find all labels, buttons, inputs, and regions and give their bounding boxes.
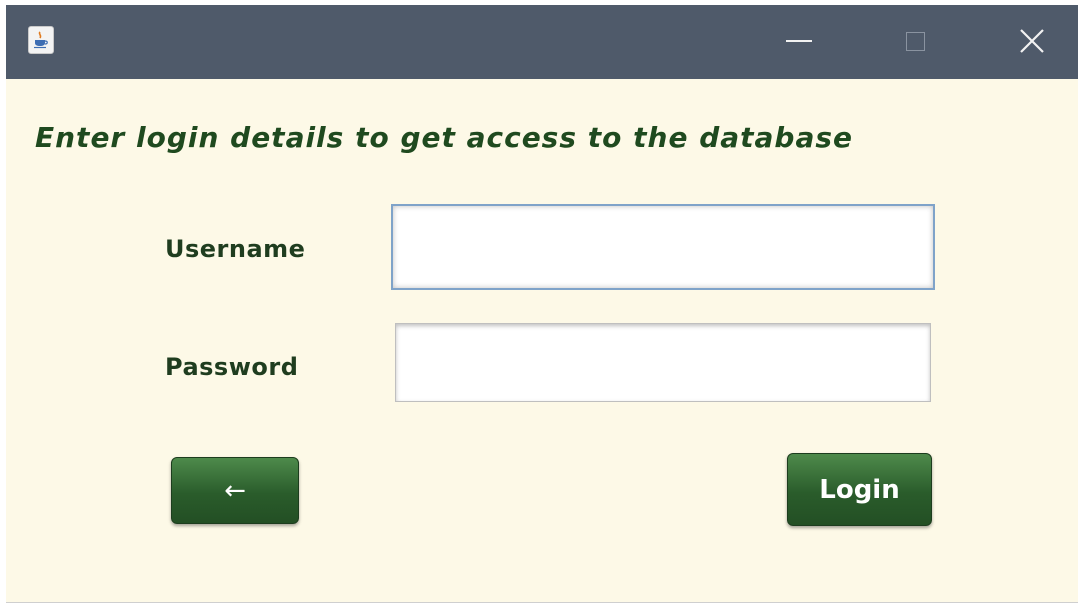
close-icon [1020,29,1044,53]
minimize-button[interactable] [775,19,823,63]
back-arrow-icon: ← [224,475,246,506]
login-button[interactable]: Login [787,453,932,526]
username-input[interactable] [391,204,935,290]
back-button[interactable]: ← [171,457,299,524]
login-window: Enter login details to get access to the… [6,5,1078,603]
close-button[interactable] [1008,19,1056,63]
login-button-label: Login [819,474,900,505]
java-cup-icon[interactable] [28,26,54,54]
password-input[interactable] [395,323,931,402]
minimize-icon [786,40,812,42]
login-instructions: Enter login details to get access to the… [35,121,854,154]
username-label: Username [165,235,306,263]
maximize-button[interactable] [891,19,939,63]
maximize-icon [905,31,925,51]
title-bar[interactable] [6,5,1078,79]
password-label: Password [165,353,299,381]
